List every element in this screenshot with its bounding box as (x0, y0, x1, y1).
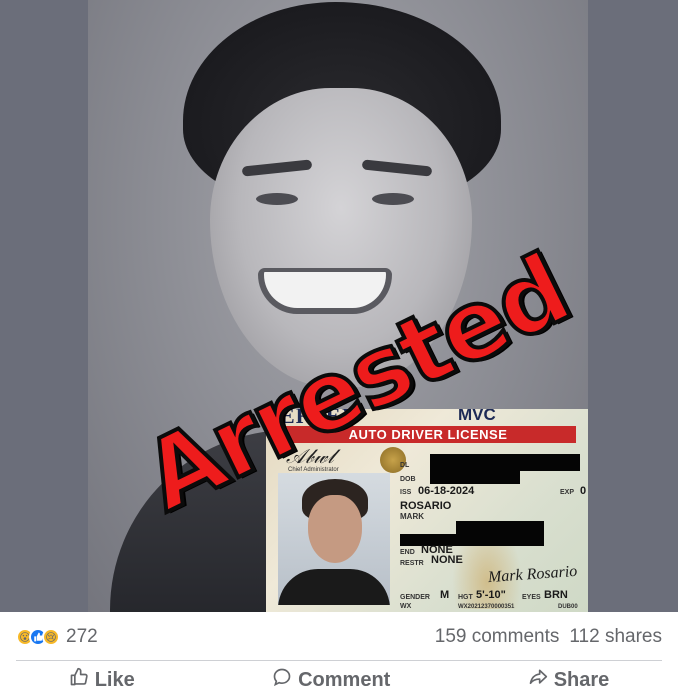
first-name: MARK (400, 512, 424, 521)
last-name: ROSARIO (400, 500, 452, 512)
document-suffix: DUB00 (558, 604, 578, 610)
redaction-bar (430, 454, 580, 471)
right-eye (372, 193, 414, 205)
comment-bubble-icon (272, 667, 292, 693)
dl-label: DL (400, 462, 410, 469)
redaction-bar (430, 471, 520, 484)
gender-label: GENDER (400, 594, 430, 601)
iss-value: 06-18-2024 (418, 485, 475, 497)
comments-count-link[interactable]: 159 comments (435, 626, 560, 648)
reaction-count: 272 (66, 626, 98, 647)
post-action-bar: Like Comment Share (0, 662, 678, 698)
share-button-label: Share (553, 668, 610, 691)
class-value: WX (400, 603, 412, 610)
left-eye (256, 193, 298, 205)
sad-icon: 😢 (42, 628, 60, 646)
thumbs-up-icon (69, 667, 89, 693)
exp-label: EXP (560, 489, 575, 496)
engagement-counts: 159 comments 112 shares (435, 623, 662, 651)
like-button-label: Like (94, 668, 135, 691)
end-label: END (400, 549, 415, 556)
restr-label: RESTR (400, 560, 424, 567)
redaction-bar (456, 521, 544, 534)
like-button[interactable]: Like (51, 663, 153, 697)
license-agency: MVC (458, 409, 496, 424)
smile (258, 268, 392, 314)
eyes-value: BRN (544, 589, 568, 601)
license-photo (278, 473, 390, 605)
exp-value: 0 (580, 485, 587, 497)
comment-button-label: Comment (298, 668, 391, 691)
share-button[interactable]: Share (510, 663, 628, 697)
gender-value: M (440, 589, 450, 601)
state-seal-icon (380, 447, 406, 473)
post-image[interactable]: ERSEY MVC AUTO DRIVER LICENSE 𝒜𝒷𝓌𝓁 Chief… (0, 0, 678, 612)
reactions-summary[interactable]: 😮 😢 272 (16, 623, 98, 651)
document-number: WX20212370000351 (458, 604, 515, 610)
comment-button[interactable]: Comment (254, 663, 408, 697)
dob-label: DOB (400, 476, 416, 483)
shares-count-link[interactable]: 112 shares (569, 626, 662, 648)
reaction-icons: 😮 😢 (16, 628, 60, 646)
hgt-value: 5'-10" (476, 589, 506, 601)
eyes-label: EYES (522, 594, 541, 601)
iss-label: ISS (400, 489, 412, 496)
hgt-label: HGT (458, 594, 473, 601)
restr-value: NONE (431, 554, 463, 566)
share-arrow-icon (528, 667, 548, 693)
divider (16, 660, 662, 661)
